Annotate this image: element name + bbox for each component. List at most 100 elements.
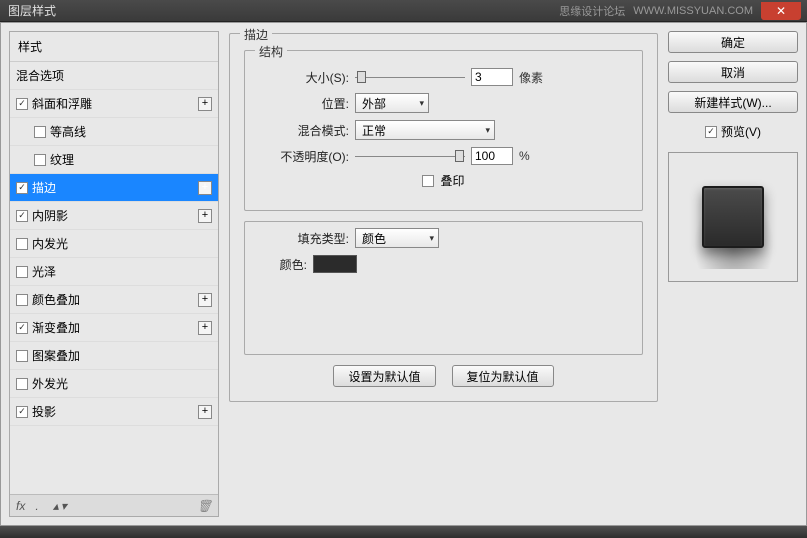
default-buttons-row: 设置为默认值 复位为默认值 bbox=[244, 365, 643, 387]
titlebar-right: 思缘设计论坛 WWW.MISSYUAN.COM ✕ bbox=[559, 0, 807, 21]
trash-icon[interactable]: 🗑 bbox=[197, 499, 212, 513]
center-panel: 描边 结构 大小(S): 像素 位置: 外部▾ 混合模式: 正常▾ bbox=[227, 31, 660, 517]
cancel-button[interactable]: 取消 bbox=[668, 61, 798, 83]
style-label: 等高线 bbox=[50, 123, 86, 140]
add-effect-button[interactable]: + bbox=[198, 181, 212, 195]
size-input[interactable] bbox=[471, 68, 513, 86]
sidebar-item-8[interactable]: 渐变叠加 + bbox=[10, 314, 218, 342]
opacity-label: 不透明度(O): bbox=[259, 148, 349, 165]
sidebar-item-11[interactable]: 投影 + bbox=[10, 398, 218, 426]
color-swatch[interactable] bbox=[313, 255, 357, 273]
size-slider[interactable] bbox=[355, 75, 465, 80]
add-effect-button[interactable]: + bbox=[198, 321, 212, 335]
fx-dot: . bbox=[35, 499, 38, 513]
preview-box bbox=[668, 152, 798, 282]
chevron-down-icon: ▾ bbox=[485, 125, 490, 136]
chevron-down-icon: ▾ bbox=[419, 98, 424, 109]
style-checkbox[interactable] bbox=[16, 210, 28, 222]
preview-checkbox[interactable] bbox=[705, 126, 717, 138]
window-title: 图层样式 bbox=[8, 2, 56, 19]
style-label: 描边 bbox=[32, 179, 56, 196]
style-checkbox[interactable] bbox=[34, 126, 46, 138]
add-effect-button[interactable]: + bbox=[198, 97, 212, 111]
sidebar-item-10[interactable]: 外发光 bbox=[10, 370, 218, 398]
sidebar-footer: fx. ▴ ▾ 🗑 bbox=[10, 494, 218, 516]
close-icon: ✕ bbox=[776, 4, 786, 18]
arrow-down-icon: ▾ bbox=[61, 499, 67, 513]
style-checkbox[interactable] bbox=[16, 378, 28, 390]
arrow-up-icon: ▴ bbox=[53, 499, 59, 513]
style-label: 投影 bbox=[32, 403, 56, 420]
add-effect-button[interactable]: + bbox=[198, 209, 212, 223]
overprint-checkbox[interactable] bbox=[422, 175, 434, 187]
sidebar-item-5[interactable]: 内发光 bbox=[10, 230, 218, 258]
style-checkbox[interactable] bbox=[16, 406, 28, 418]
stroke-legend: 描边 bbox=[240, 26, 272, 43]
dialog-content: 样式 混合选项 斜面和浮雕+等高线纹理描边+内阴影+内发光光泽颜色叠加+渐变叠加… bbox=[0, 22, 807, 526]
opacity-row: 不透明度(O): % bbox=[259, 147, 628, 165]
style-label: 内发光 bbox=[32, 235, 68, 252]
structure-group: 结构 大小(S): 像素 位置: 外部▾ 混合模式: 正常▾ 不透明度(O): bbox=[244, 50, 643, 211]
preview-toggle-row: 预览(V) bbox=[668, 123, 798, 140]
style-checkbox[interactable] bbox=[16, 266, 28, 278]
sidebar-item-6[interactable]: 光泽 bbox=[10, 258, 218, 286]
style-label: 光泽 bbox=[32, 263, 56, 280]
style-checkbox[interactable] bbox=[34, 154, 46, 166]
size-label: 大小(S): bbox=[259, 69, 349, 86]
blend-dropdown[interactable]: 正常 ▾ bbox=[355, 120, 495, 140]
sidebar-item-0[interactable]: 斜面和浮雕 + bbox=[10, 90, 218, 118]
blend-options-label: 混合选项 bbox=[16, 67, 64, 84]
style-label: 纹理 bbox=[50, 151, 74, 168]
blend-row: 混合模式: 正常 ▾ bbox=[259, 120, 628, 140]
footer-arrows[interactable]: ▴ ▾ bbox=[53, 499, 67, 513]
style-label: 内阴影 bbox=[32, 207, 68, 224]
style-label: 渐变叠加 bbox=[32, 319, 80, 336]
filltype-dropdown[interactable]: 颜色 ▾ bbox=[355, 228, 439, 248]
style-checkbox[interactable] bbox=[16, 98, 28, 110]
style-label: 颜色叠加 bbox=[32, 291, 80, 308]
position-row: 位置: 外部▾ bbox=[259, 93, 628, 113]
sidebar-item-2[interactable]: 纹理 bbox=[10, 146, 218, 174]
filltype-label: 填充类型: bbox=[259, 230, 349, 247]
chevron-down-icon: ▾ bbox=[429, 233, 434, 244]
filltype-value: 颜色 bbox=[362, 230, 386, 247]
opacity-input[interactable] bbox=[471, 147, 513, 165]
opacity-slider[interactable] bbox=[355, 154, 465, 159]
style-checkbox[interactable] bbox=[16, 350, 28, 362]
close-button[interactable]: ✕ bbox=[761, 2, 801, 20]
sidebar-blend-options[interactable]: 混合选项 bbox=[10, 62, 218, 90]
style-label: 斜面和浮雕 bbox=[32, 95, 92, 112]
blend-label: 混合模式: bbox=[259, 122, 349, 139]
sidebar-item-4[interactable]: 内阴影 + bbox=[10, 202, 218, 230]
style-checkbox[interactable] bbox=[16, 294, 28, 306]
set-default-button[interactable]: 设置为默认值 bbox=[333, 365, 435, 387]
style-checkbox[interactable] bbox=[16, 182, 28, 194]
size-unit: 像素 bbox=[519, 69, 543, 86]
new-style-button[interactable]: 新建样式(W)... bbox=[668, 91, 798, 113]
reset-default-button[interactable]: 复位为默认值 bbox=[452, 365, 554, 387]
stroke-group: 描边 结构 大小(S): 像素 位置: 外部▾ 混合模式: 正常▾ bbox=[229, 33, 658, 402]
sidebar-item-9[interactable]: 图案叠加 bbox=[10, 342, 218, 370]
structure-legend: 结构 bbox=[255, 43, 287, 60]
styles-sidebar: 样式 混合选项 斜面和浮雕+等高线纹理描边+内阴影+内发光光泽颜色叠加+渐变叠加… bbox=[9, 31, 219, 517]
sidebar-item-7[interactable]: 颜色叠加 + bbox=[10, 286, 218, 314]
position-dropdown[interactable]: 外部▾ bbox=[355, 93, 429, 113]
blend-value: 正常 bbox=[362, 122, 386, 139]
overprint-label: 叠印 bbox=[440, 172, 464, 189]
style-checkbox[interactable] bbox=[16, 238, 28, 250]
fill-group: 填充类型: 颜色▾ 颜色: bbox=[244, 221, 643, 355]
ok-button[interactable]: 确定 bbox=[668, 31, 798, 53]
size-row: 大小(S): 像素 bbox=[259, 68, 628, 86]
preview-label: 预览(V) bbox=[721, 123, 761, 140]
fx-label[interactable]: fx bbox=[16, 499, 25, 513]
overprint-row: 叠印 bbox=[259, 172, 628, 189]
bottom-strip bbox=[0, 526, 807, 538]
style-checkbox[interactable] bbox=[16, 322, 28, 334]
add-effect-button[interactable]: + bbox=[198, 293, 212, 307]
sidebar-item-3[interactable]: 描边 + bbox=[10, 174, 218, 202]
add-effect-button[interactable]: + bbox=[198, 405, 212, 419]
style-label: 外发光 bbox=[32, 375, 68, 392]
preview-cube bbox=[702, 186, 764, 248]
right-panel: 确定 取消 新建样式(W)... 预览(V) bbox=[668, 31, 798, 517]
sidebar-item-1[interactable]: 等高线 bbox=[10, 118, 218, 146]
